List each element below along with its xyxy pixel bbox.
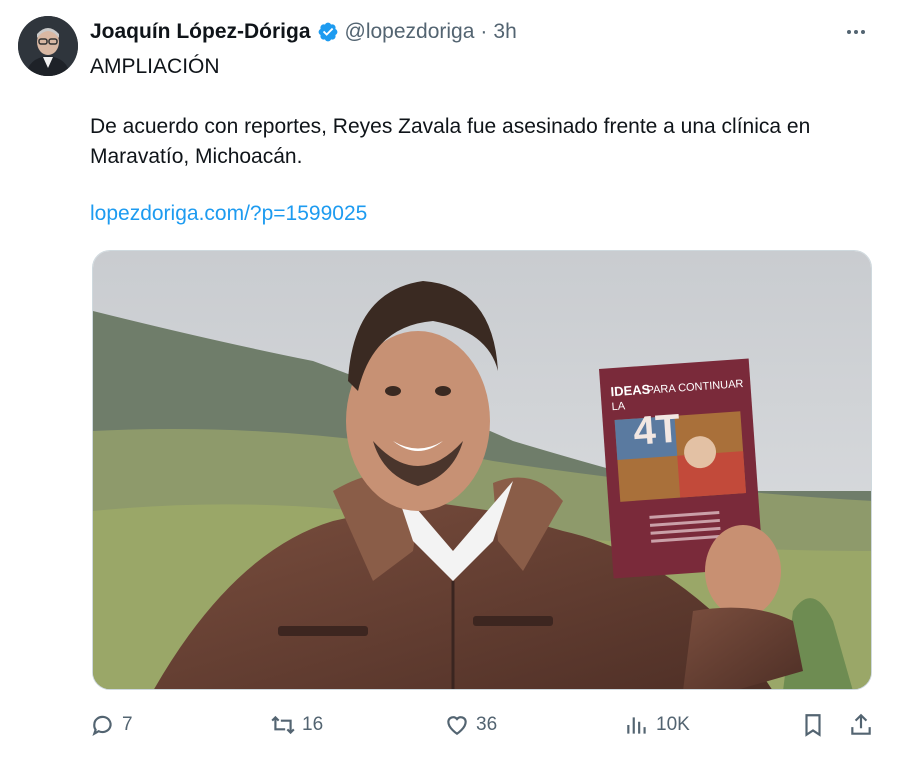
tweet-text-body: De acuerdo con reportes, Reyes Zavala fu… xyxy=(90,115,811,168)
tweet-text-line1: AMPLIACIÓN xyxy=(90,55,220,78)
reply-button[interactable]: 7 xyxy=(90,708,133,742)
share-button[interactable] xyxy=(848,708,880,742)
separator: · xyxy=(480,20,488,43)
more-icon[interactable] xyxy=(842,18,870,46)
author-name[interactable]: Joaquín López-Dóriga xyxy=(90,20,311,44)
author-handle[interactable]: @lopezdoriga xyxy=(345,20,475,44)
like-count: 36 xyxy=(476,714,498,735)
timestamp[interactable]: 3h xyxy=(493,20,516,44)
retweet-icon xyxy=(271,715,295,735)
views-button[interactable]: 10K xyxy=(624,708,690,742)
tweet-image[interactable]: IDEAS PARA CONTINUAR LA 4T xyxy=(92,250,872,690)
tweet-actions: 7 16 36 10K xyxy=(90,708,880,742)
like-button[interactable]: 36 xyxy=(444,708,497,742)
views-icon xyxy=(627,717,646,734)
like-icon xyxy=(447,716,467,735)
tweet-header: Joaquín López-Dóriga @lopezdoriga · 3h xyxy=(90,18,878,46)
book-title-4t: 4T xyxy=(632,407,682,454)
bookmark-button[interactable] xyxy=(800,708,832,742)
article-link[interactable]: lopezdoriga.com/?p=1599025 xyxy=(90,202,367,226)
book-title-la: LA xyxy=(611,400,626,413)
share-icon xyxy=(851,713,871,735)
retweet-count: 16 xyxy=(302,714,324,735)
author-avatar[interactable] xyxy=(18,16,78,76)
reply-icon xyxy=(92,715,112,737)
book-title-ideas: IDEAS xyxy=(610,381,651,399)
reply-count: 7 xyxy=(122,714,133,735)
bookmark-icon xyxy=(805,714,821,737)
verified-badge-icon xyxy=(318,22,337,42)
views-count: 10K xyxy=(656,714,690,735)
retweet-button[interactable]: 16 xyxy=(270,708,323,742)
